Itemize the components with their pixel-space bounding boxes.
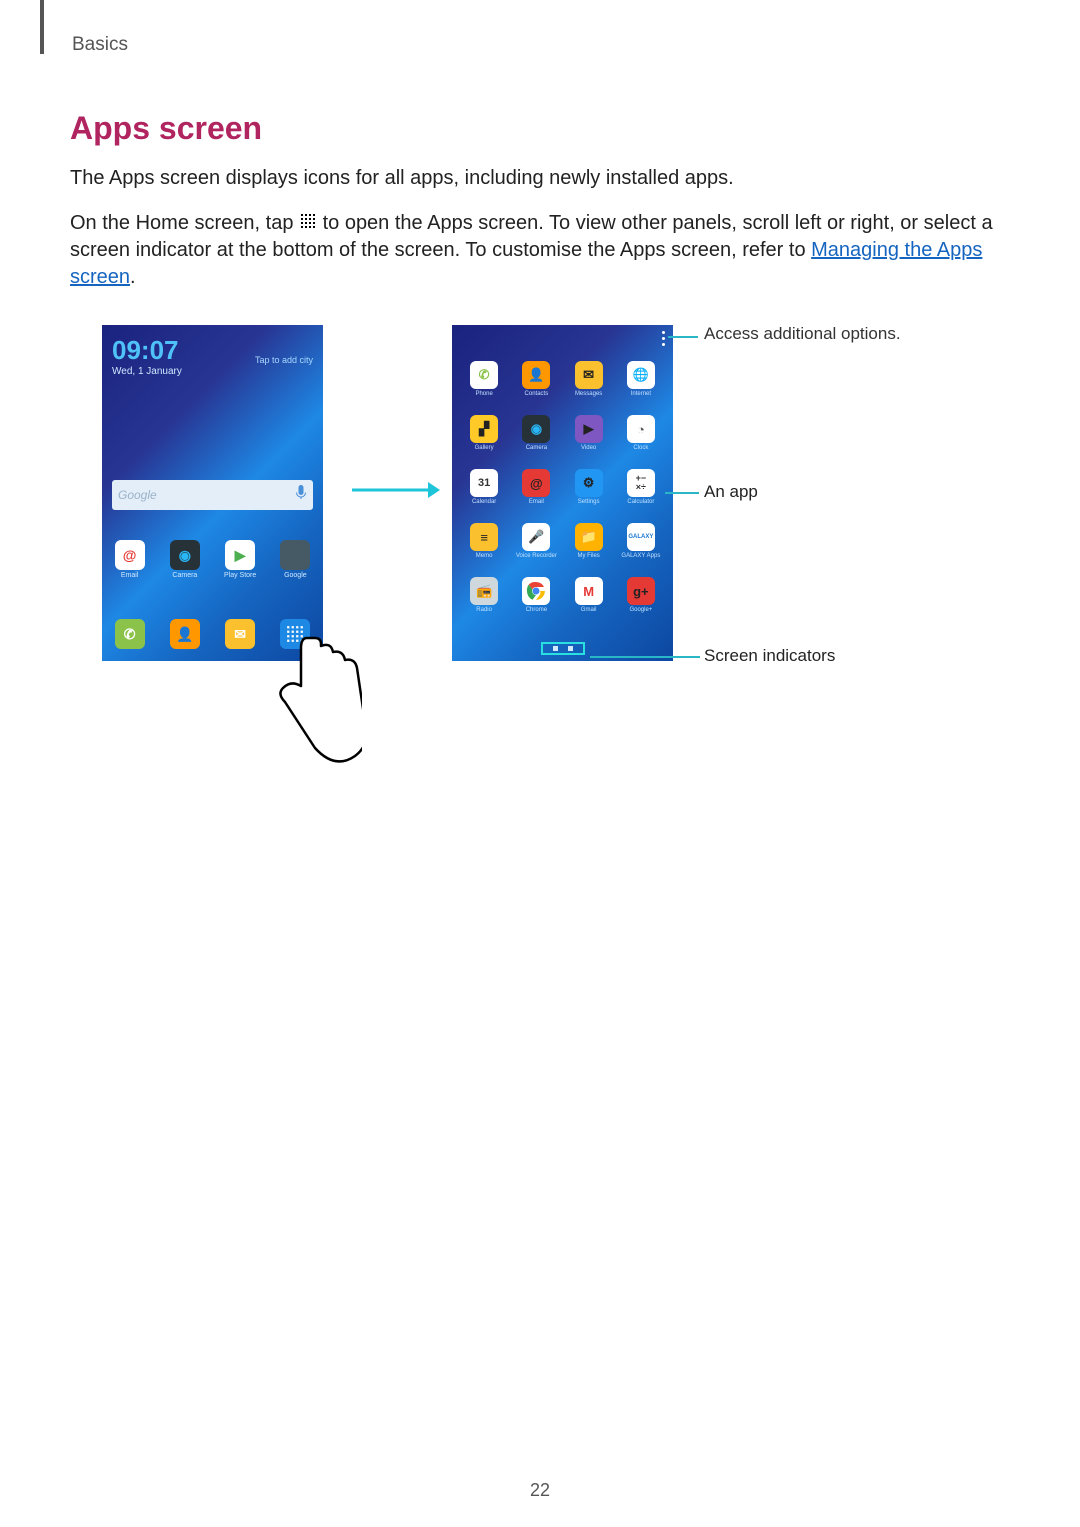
app-email2[interactable]: @Email <box>510 467 562 521</box>
callout-options: Access additional options. <box>704 323 901 344</box>
clock-icon: ◔ <box>627 415 655 443</box>
arrow-icon <box>350 478 440 502</box>
contact-icon: 👤 <box>522 361 550 389</box>
camera-icon: ◉ <box>522 415 550 443</box>
hand-icon <box>252 633 362 773</box>
apps-grid-icon <box>300 210 316 237</box>
app-contacts[interactable]: 👤Contacts <box>510 359 562 413</box>
app-google-folder[interactable]: Google <box>271 540 319 579</box>
galaxy-icon: GALAXY <box>627 523 655 551</box>
callout-indicators: Screen indicators <box>704 645 835 666</box>
phone-icon: ✆ <box>124 626 136 643</box>
calendar-icon: 31 <box>470 469 498 497</box>
app-camera2[interactable]: ◉Camera <box>510 413 562 467</box>
app-galaxy-apps[interactable]: GALAXYGALAXY Apps <box>615 521 667 575</box>
search-placeholder: Google <box>118 488 295 502</box>
callout-an-app: An app <box>704 481 758 502</box>
paragraph-1: The Apps screen displays icons for all a… <box>70 165 1010 192</box>
mic-icon: 🎤 <box>522 523 550 551</box>
app-calendar[interactable]: 31Calendar <box>458 467 510 521</box>
app-settings[interactable]: ⚙Settings <box>563 467 615 521</box>
gplus-icon: g+ <box>627 577 655 605</box>
app-camera[interactable]: ◉Camera <box>161 540 209 579</box>
app-gmail[interactable]: MGmail <box>563 575 615 629</box>
page-number: 22 <box>530 1480 550 1501</box>
chrome-icon <box>522 577 550 605</box>
globe-icon: 🌐 <box>627 361 655 389</box>
radio-icon: 📻 <box>470 577 498 605</box>
gmail-icon: M <box>575 577 603 605</box>
screen-indicators[interactable] <box>541 642 585 655</box>
envelope-icon: ✉ <box>234 626 246 643</box>
app-voice-recorder[interactable]: 🎤Voice Recorder <box>510 521 562 575</box>
app-myfiles[interactable]: 📁My Files <box>563 521 615 575</box>
app-phone[interactable]: ✆Phone <box>458 359 510 413</box>
app-calculator[interactable]: +−×÷Calculator <box>615 467 667 521</box>
callout-line-app <box>665 489 699 497</box>
folder-icon: 📁 <box>575 523 603 551</box>
callout-line-options <box>668 333 698 341</box>
home-screen-mock: 09:07 Wed, 1 January Tap to add city Goo… <box>100 323 325 663</box>
para2-a: On the Home screen, tap <box>70 212 299 234</box>
gear-icon: ⚙ <box>575 469 603 497</box>
envelope-icon: ✉ <box>575 361 603 389</box>
google-search-bar[interactable]: Google <box>112 480 313 510</box>
app-messages[interactable]: ✉Messages <box>563 359 615 413</box>
dock-phone[interactable]: ✆ <box>106 619 154 651</box>
clock-date: Wed, 1 January <box>102 366 323 377</box>
para2-c: . <box>130 266 136 288</box>
mic-icon[interactable] <box>295 485 307 506</box>
section-header: Basics <box>72 34 128 56</box>
figure-row: 09:07 Wed, 1 January Tap to add city Goo… <box>70 323 1010 783</box>
memo-icon: ≡ <box>470 523 498 551</box>
callout-line-indicators <box>590 653 700 661</box>
apps-screen-mock: ✆Phone 👤Contacts ✉Messages 🌐Internet ▞Ga… <box>450 323 675 663</box>
app-internet[interactable]: 🌐Internet <box>615 359 667 413</box>
phone-icon: ✆ <box>470 361 498 389</box>
app-googleplus[interactable]: g+Google+ <box>615 575 667 629</box>
video-icon: ▶ <box>575 415 603 443</box>
manual-page: Basics Apps screen The Apps screen displ… <box>0 0 1080 1527</box>
contact-icon: 👤 <box>176 626 193 643</box>
email-icon: @ <box>522 469 550 497</box>
calculator-icon: +−×÷ <box>627 469 655 497</box>
page-title: Apps screen <box>70 110 1010 147</box>
app-clock[interactable]: ◔Clock <box>615 413 667 467</box>
paragraph-2: On the Home screen, tap to open the Apps… <box>70 210 1010 291</box>
tap-add-city: Tap to add city <box>255 355 313 365</box>
app-video[interactable]: ▶Video <box>563 413 615 467</box>
gallery-icon: ▞ <box>470 415 498 443</box>
app-playstore[interactable]: ▶Play Store <box>216 540 264 579</box>
app-radio[interactable]: 📻Radio <box>458 575 510 629</box>
email-icon: @ <box>123 547 137 563</box>
camera-icon: ◉ <box>179 547 191 564</box>
app-email[interactable]: @Email <box>106 540 154 579</box>
dock-contacts[interactable]: 👤 <box>161 619 209 651</box>
app-chrome[interactable]: Chrome <box>510 575 562 629</box>
home-row: @Email ◉Camera ▶Play Store Google <box>102 540 323 579</box>
header-rule <box>40 0 44 54</box>
app-gallery[interactable]: ▞Gallery <box>458 413 510 467</box>
play-icon: ▶ <box>235 547 246 564</box>
apps-grid: ✆Phone 👤Contacts ✉Messages 🌐Internet ▞Ga… <box>452 355 673 633</box>
more-options-icon[interactable] <box>662 331 665 346</box>
app-memo[interactable]: ≡Memo <box>458 521 510 575</box>
